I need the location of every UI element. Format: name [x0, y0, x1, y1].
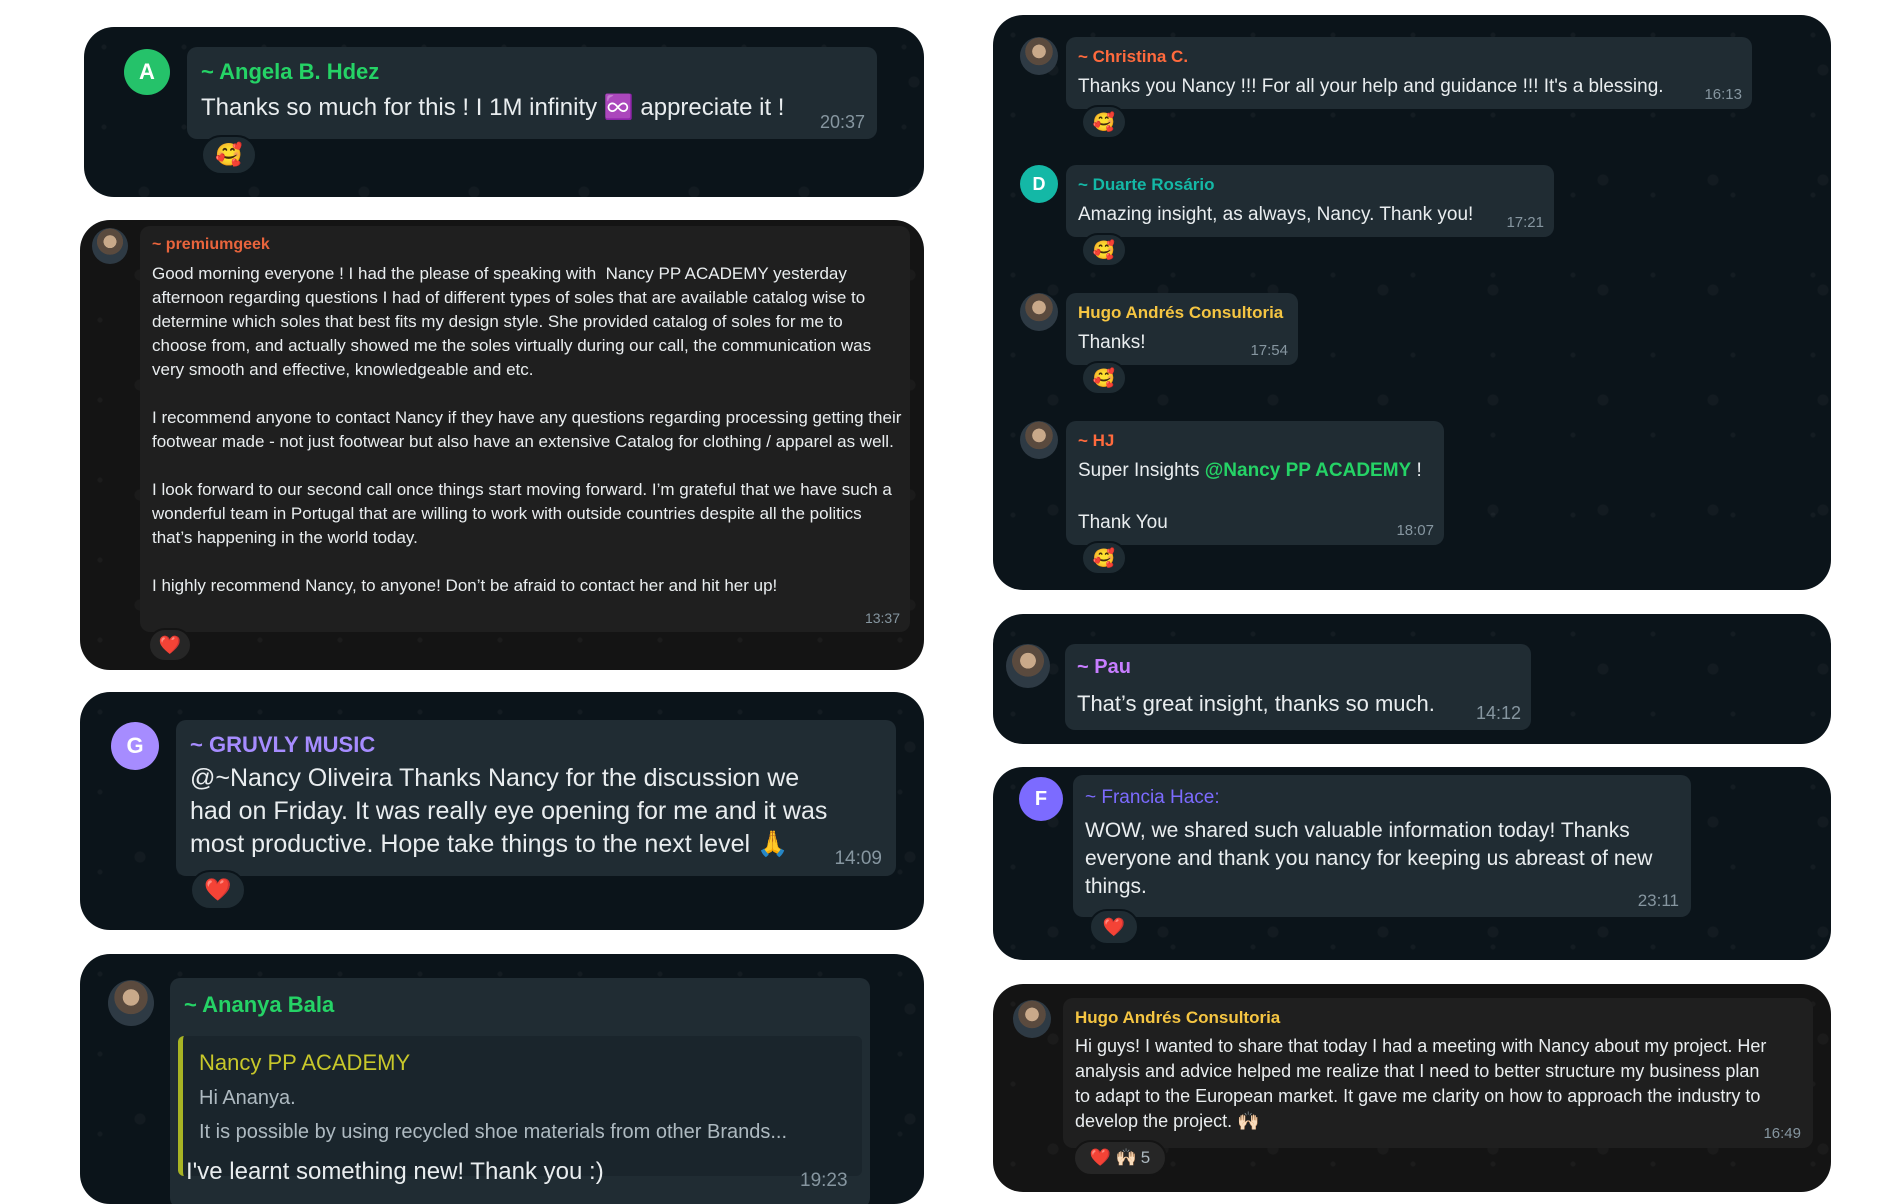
- reaction-emoji: ❤️: [1102, 916, 1126, 937]
- message-text: Thanks so much for this ! I 1M infinity …: [201, 93, 784, 123]
- message-text: Amazing insight, as always, Nancy. Thank…: [1078, 204, 1474, 225]
- reaction-badge[interactable]: ❤️ 🙌🏻 5: [1073, 1140, 1167, 1176]
- reaction-emoji: 🥰: [1092, 239, 1116, 260]
- message-text-part: appreciate it !: [633, 94, 785, 121]
- message-time: 17:21: [1506, 214, 1544, 231]
- avatar-pau[interactable]: [1006, 644, 1050, 688]
- message-text: @~Nancy Oliveira Thanks Nancy for the di…: [190, 764, 835, 858]
- infinity-icon: ♾️: [603, 94, 634, 121]
- avatar-francia[interactable]: F: [1019, 777, 1063, 821]
- reaction-badge[interactable]: ❤️: [1089, 909, 1139, 945]
- quote-line-2: It is possible by using recycled shoe ma…: [199, 1121, 788, 1143]
- message-text-part: Super Insights: [1078, 460, 1205, 481]
- avatar-hugo-2[interactable]: [1013, 1000, 1051, 1038]
- message-time: 14:09: [834, 848, 882, 869]
- message-bubble[interactable]: ~ Pau That’s great insight, thanks so mu…: [1065, 644, 1531, 730]
- message-bubble[interactable]: ~ GRUVLY MUSIC @~Nancy Oliveira Thanks N…: [176, 720, 896, 876]
- sender-name: ~ Christina C.: [1078, 47, 1189, 66]
- message-text-line-2: Thank You: [1078, 512, 1168, 533]
- reaction-badge[interactable]: ❤️: [148, 628, 192, 662]
- sender-name: ~ premiumgeek: [152, 236, 270, 253]
- message-bubble[interactable]: ~ HJ Super Insights @Nancy PP ACADEMY ! …: [1066, 421, 1444, 545]
- message-bubble[interactable]: ~ premiumgeek Good morning everyone ! I …: [140, 226, 910, 632]
- message-bubble[interactable]: Hugo Andrés Consultoria Thanks! 17:54: [1066, 293, 1298, 365]
- message-time: 23:11: [1637, 891, 1679, 910]
- reaction-badge[interactable]: 🥰: [1081, 541, 1127, 575]
- message-text: That’s great insight, thanks so much.: [1077, 691, 1435, 716]
- avatar-hj[interactable]: [1020, 421, 1058, 459]
- sender-name: ~ Francia Hace:: [1085, 787, 1220, 808]
- message-time: 16:13: [1704, 86, 1742, 103]
- message-card-pau: ~ Pau That’s great insight, thanks so mu…: [993, 614, 1831, 744]
- message-time: 20:37: [819, 112, 865, 132]
- avatar-duarte[interactable]: D: [1020, 165, 1058, 203]
- message-time: 14:12: [1475, 703, 1521, 723]
- message-card-premiumgeek: ~ premiumgeek Good morning everyone ! I …: [80, 220, 924, 670]
- sender-name: ~ HJ: [1078, 431, 1115, 450]
- avatar-hugo[interactable]: [1020, 293, 1058, 331]
- message-text: Hi guys! I wanted to share that today I …: [1075, 1036, 1772, 1131]
- reaction-emoji: 🥰: [1092, 367, 1116, 388]
- reaction-emoji: 🥰: [1092, 111, 1116, 132]
- message-text-part: Thanks so much for this ! I 1M infinity: [201, 94, 604, 121]
- message-bubble[interactable]: ~ Francia Hace: WOW, we shared such valu…: [1073, 775, 1691, 917]
- ananya-time-overlay: 19:23: [800, 1170, 848, 1191]
- reaction-emoji: 🥰: [1092, 547, 1116, 568]
- message-card-gruvly: G ~ GRUVLY MUSIC @~Nancy Oliveira Thanks…: [80, 692, 924, 930]
- sender-name: ~ Angela B. Hdez: [201, 59, 380, 84]
- avatar-ananya[interactable]: [108, 980, 154, 1026]
- message-bubble[interactable]: Hugo Andrés Consultoria Hi guys! I wante…: [1063, 998, 1813, 1148]
- message-text: Super Insights @Nancy PP ACADEMY !: [1078, 459, 1422, 483]
- message-text: Thanks you Nancy !!! For all your help a…: [1078, 76, 1664, 97]
- reaction-emoji: ❤️ 🙌🏻: [1089, 1148, 1137, 1167]
- reaction-badge[interactable]: 🥰: [1081, 105, 1127, 139]
- message-card-angela: A ~ Angela B. Hdez Thanks so much for th…: [84, 27, 924, 197]
- reaction-badge[interactable]: ❤️: [190, 870, 246, 910]
- reaction-count: 5: [1140, 1148, 1151, 1167]
- reaction-badge[interactable]: 🥰: [201, 135, 257, 175]
- message-text: WOW, we shared such valuable information…: [1085, 819, 1659, 898]
- avatar-christina[interactable]: [1020, 37, 1058, 75]
- reaction-emoji: 🥰: [215, 142, 243, 167]
- message-bubble[interactable]: ~ Christina C. Thanks you Nancy !!! For …: [1066, 37, 1752, 109]
- message-card-group: ~ Christina C. Thanks you Nancy !!! For …: [993, 15, 1831, 590]
- message-time: 18:07: [1396, 522, 1434, 539]
- message-time: 16:49: [1763, 1125, 1801, 1142]
- message-text-part: !: [1411, 460, 1422, 481]
- quoted-message[interactable]: Nancy PP ACADEMY Hi Ananya. It is possib…: [178, 1036, 862, 1176]
- message-text: Thanks!: [1078, 332, 1146, 353]
- message-time: 13:37: [864, 610, 900, 626]
- sender-name: ~ Pau: [1077, 656, 1131, 678]
- mention-link[interactable]: @Nancy PP ACADEMY: [1205, 460, 1411, 481]
- sender-name: ~ Duarte Rosário: [1078, 175, 1215, 194]
- message-bubble[interactable]: ~ Angela B. Hdez Thanks so much for this…: [187, 47, 877, 139]
- sender-name: ~ Ananya Bala: [184, 992, 335, 1017]
- reaction-emoji: ❤️: [204, 877, 232, 902]
- reaction-badge[interactable]: 🥰: [1081, 233, 1127, 267]
- quote-author: Nancy PP ACADEMY: [199, 1050, 411, 1075]
- avatar-gruvly[interactable]: G: [111, 722, 159, 770]
- avatar-angela[interactable]: A: [124, 49, 170, 95]
- ananya-text-overlay: I've learnt something new! Thank you :): [186, 1158, 604, 1185]
- message-card-francia: F ~ Francia Hace: WOW, we shared such va…: [993, 767, 1831, 960]
- reaction-badge[interactable]: 🥰: [1081, 361, 1127, 395]
- message-time: 17:54: [1250, 342, 1288, 359]
- sender-name: Hugo Andrés Consultoria: [1075, 1008, 1281, 1027]
- message-text: Good morning everyone ! I had the please…: [152, 264, 902, 595]
- avatar-premiumgeek[interactable]: [92, 228, 128, 264]
- sender-name: Hugo Andrés Consultoria: [1078, 303, 1284, 322]
- quote-line-1: Hi Ananya.: [199, 1087, 296, 1109]
- sender-name: ~ GRUVLY MUSIC: [190, 732, 376, 757]
- message-card-hugo: Hugo Andrés Consultoria Hi guys! I wante…: [993, 984, 1831, 1192]
- message-bubble[interactable]: ~ Duarte Rosário Amazing insight, as alw…: [1066, 165, 1554, 237]
- reaction-emoji: ❤️: [158, 634, 182, 655]
